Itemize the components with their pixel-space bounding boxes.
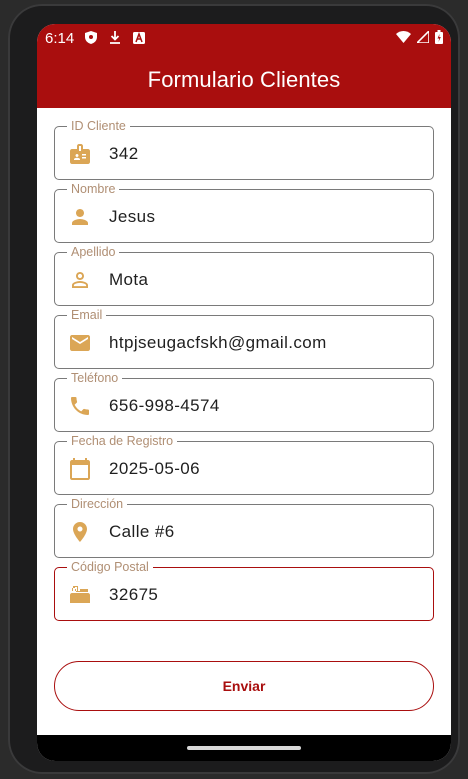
field-value: Mota xyxy=(109,270,149,289)
navigation-bar xyxy=(37,735,451,761)
signal-icon xyxy=(417,31,429,43)
app-a-icon xyxy=(133,31,145,44)
field-label: Nombre xyxy=(67,182,120,196)
telefono-field[interactable]: Teléfono 656-998-4574 xyxy=(54,371,434,432)
status-left-icons xyxy=(85,31,145,44)
screen: 6:14 Formulario Clientes ID Cliente 342 … xyxy=(37,24,451,761)
field-label: Email xyxy=(67,308,107,322)
home-gesture-handle[interactable] xyxy=(187,746,301,750)
field-label: ID Cliente xyxy=(67,119,130,133)
download-icon xyxy=(110,31,120,44)
id-cliente-field[interactable]: ID Cliente 342 xyxy=(54,119,434,180)
field-value: Calle #6 xyxy=(109,522,175,541)
phone-icon xyxy=(71,397,89,415)
wifi-icon xyxy=(396,31,411,43)
fecha-registro-field[interactable]: Fecha de Registro 2025-05-06 xyxy=(54,434,434,495)
device-frame: 6:14 Formulario Clientes ID Cliente 342 … xyxy=(8,4,460,774)
apellido-field[interactable]: Apellido Mota xyxy=(54,245,434,306)
field-label: Código Postal xyxy=(67,560,153,574)
direccion-field[interactable]: Dirección Calle #6 xyxy=(54,497,434,558)
field-label: Teléfono xyxy=(67,371,123,385)
field-value: 2025-05-06 xyxy=(109,459,200,478)
email-icon xyxy=(70,335,90,351)
status-right-icons xyxy=(396,30,443,44)
calendar-icon xyxy=(70,458,90,480)
field-label: Apellido xyxy=(67,245,120,259)
status-bar: 6:14 xyxy=(37,24,451,52)
status-time: 6:14 xyxy=(45,30,75,47)
badge-icon xyxy=(70,144,90,164)
battery-icon xyxy=(435,30,443,44)
nombre-field[interactable]: Nombre Jesus xyxy=(54,182,434,243)
field-value: 32675 xyxy=(109,585,159,604)
location-pin-icon xyxy=(73,522,87,542)
app-bar: Formulario Clientes xyxy=(37,52,451,108)
mailbox-icon xyxy=(70,586,90,603)
enviar-button[interactable]: Enviar xyxy=(54,661,434,711)
person-outline-icon xyxy=(72,272,88,288)
field-label: Dirección xyxy=(67,497,128,511)
field-value: 342 xyxy=(109,144,139,163)
person-icon xyxy=(72,209,88,225)
shield-icon xyxy=(85,31,97,44)
field-label: Fecha de Registro xyxy=(67,434,178,448)
field-value: Jesus xyxy=(109,207,156,226)
enviar-button-label: Enviar xyxy=(222,678,266,694)
codigo-postal-field[interactable]: Código Postal 32675 xyxy=(54,560,434,621)
email-field[interactable]: Email htpjseugacfskh@gmail.com xyxy=(54,308,434,369)
page-title: Formulario Clientes xyxy=(147,67,341,92)
field-value: 656-998-4574 xyxy=(109,396,220,415)
field-value: htpjseugacfskh@gmail.com xyxy=(109,333,327,352)
